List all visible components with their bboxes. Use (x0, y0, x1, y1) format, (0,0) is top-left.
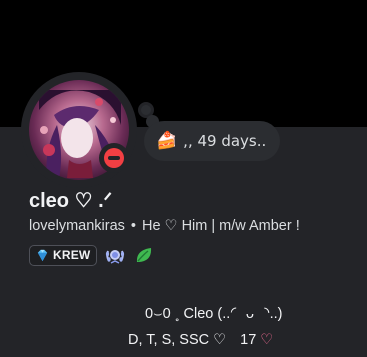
clan-tag[interactable]: KREW (29, 244, 98, 266)
pink-heart-icon: ♡ (260, 332, 274, 348)
laurel-badge-icon[interactable] (104, 244, 126, 266)
bio-line-2-text: D, T, S, SSC ♡ (128, 332, 227, 348)
username-pronouns-line: lovelymankiras • He ♡ Him | m/w Amber ! (29, 218, 300, 234)
username[interactable]: lovelymankiras (29, 218, 125, 234)
bio-line-1: 0⌣0 ˳ Cleo (..◜ ᴗ ◝..) (145, 306, 283, 322)
badge-row: KREW (29, 244, 155, 266)
cake-emoji-icon: 🍰 (156, 130, 178, 151)
leaf-badge-icon[interactable] (133, 244, 155, 266)
separator-dot: • (130, 218, 136, 234)
diamond-icon (37, 249, 48, 261)
user-profile-card: 🍰 ,, 49 days.. cleo ♡ .ᐟ lovelymankiras •… (0, 0, 367, 357)
display-name: cleo ♡ .ᐟ (29, 190, 113, 212)
custom-status-text: ,, 49 days.. (183, 132, 267, 150)
bio-line-2-count: 17 (240, 332, 257, 348)
clan-tag-label: KREW (53, 248, 91, 262)
bio-line-2: D, T, S, SSC ♡ 17 ♡ (128, 332, 273, 348)
do-not-disturb-status-icon (104, 148, 124, 168)
custom-status-bubble[interactable]: 🍰 ,, 49 days.. (144, 121, 281, 161)
pronouns: He ♡ Him | m/w Amber ! (141, 218, 300, 234)
